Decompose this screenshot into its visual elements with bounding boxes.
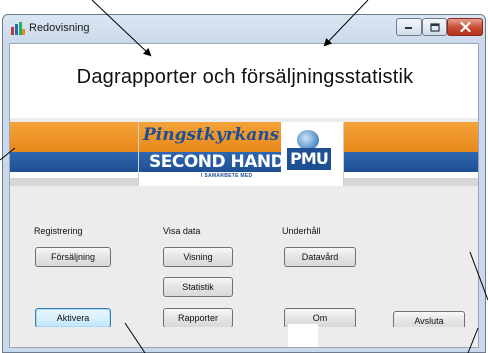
forsaljning-button[interactable]: Försäljning	[35, 247, 111, 267]
minimize-button[interactable]	[396, 18, 422, 36]
aktivera-button[interactable]: Aktivera	[35, 308, 111, 328]
heading-area: Dagrapporter och försäljningsstatistik	[10, 44, 478, 118]
page-title: Dagrapporter och försäljningsstatistik	[76, 66, 414, 88]
statistik-button[interactable]: Statistik	[163, 277, 233, 297]
samarbete-text: I SAMARBETE MED	[201, 173, 253, 179]
close-button[interactable]	[447, 18, 483, 36]
rapporter-button[interactable]: Rapporter	[163, 308, 233, 328]
bar-chart-icon	[11, 22, 25, 35]
globe-icon	[297, 130, 319, 150]
maximize-icon	[429, 22, 440, 32]
second-hand-banner: Pingstkyrkans SECOND HAND I SAMARBETE ME…	[10, 122, 478, 186]
second-hand-text: SECOND HAND	[149, 152, 285, 172]
group-label-registrering: Registrering	[34, 226, 83, 236]
title-bar[interactable]: Redovisning	[3, 15, 485, 43]
client-area: Dagrapporter och försäljningsstatistik P…	[9, 43, 479, 348]
pingstkyrkans-text: Pingstkyrkans	[143, 125, 280, 145]
app-window: Redovisning Dagrapporter och försäljning…	[2, 14, 486, 353]
visning-button[interactable]: Visning	[163, 247, 233, 267]
blank-panel	[288, 324, 318, 347]
window-title: Redovisning	[29, 22, 90, 34]
maximize-button[interactable]	[422, 18, 447, 36]
pmu-logo: PMU	[287, 130, 331, 170]
minimize-icon	[405, 27, 412, 29]
group-label-visa-data: Visa data	[163, 226, 201, 236]
status-strip	[10, 327, 478, 347]
pmu-logo-text: PMU	[287, 148, 331, 170]
datavard-button[interactable]: Datavård	[284, 247, 356, 267]
close-icon	[459, 22, 471, 32]
banner-logo-panel: Pingstkyrkans SECOND HAND I SAMARBETE ME…	[138, 122, 344, 186]
group-label-underhall: Underhåll	[282, 226, 321, 236]
